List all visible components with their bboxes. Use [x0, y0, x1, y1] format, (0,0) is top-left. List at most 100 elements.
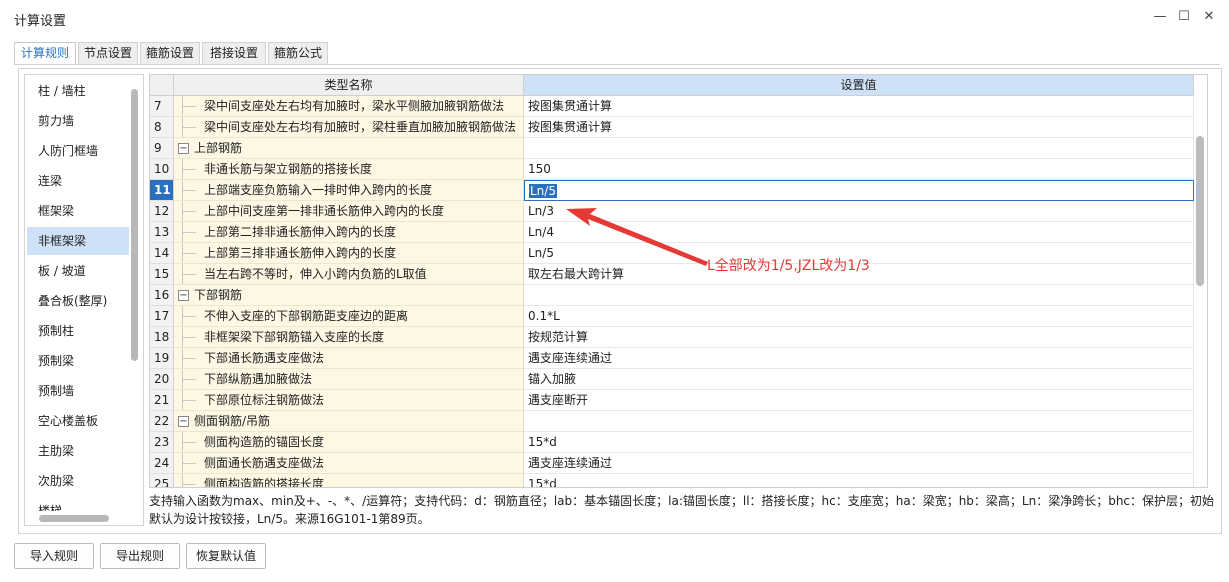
tab-node-settings[interactable]: 节点设置 — [78, 42, 138, 64]
sidebar-item-composite-slab[interactable]: 叠合板(整厚) — [27, 287, 129, 315]
row-number[interactable]: 18 — [150, 327, 174, 348]
row-number[interactable]: 9 — [150, 138, 174, 159]
type-name-cell[interactable]: 下部通长筋遇支座做法 — [174, 348, 524, 369]
row-number[interactable]: 19 — [150, 348, 174, 369]
sidebar-item-slab-ramp[interactable]: 板 / 坡道 — [27, 257, 129, 285]
collapse-icon[interactable]: − — [178, 290, 189, 301]
type-name-cell[interactable]: 上部第三排非通长筋伸入跨内的长度 — [174, 243, 524, 264]
restore-defaults-button[interactable]: 恢复默认值 — [186, 543, 266, 569]
type-name-cell[interactable]: 侧面构造筋的搭接长度 — [174, 474, 524, 487]
table-row[interactable]: 20 下部纵筋遇加腋做法 锚入加腋 — [150, 369, 1194, 390]
row-number[interactable]: 11 — [150, 180, 174, 201]
group-row[interactable]: 9− 上部钢筋 — [150, 138, 1194, 159]
row-number[interactable]: 17 — [150, 306, 174, 327]
group-row[interactable]: 22− 侧面钢筋/吊筋 — [150, 411, 1194, 432]
table-row[interactable]: 18 非框架梁下部钢筋锚入支座的长度 按规范计算 — [150, 327, 1194, 348]
sidebar-horizontal-scrollbar[interactable] — [39, 515, 109, 522]
setting-value-cell[interactable] — [524, 138, 1194, 159]
sidebar-item-secondary-rib-beam[interactable]: 次肋梁 — [27, 467, 129, 495]
row-number[interactable]: 23 — [150, 432, 174, 453]
setting-value-cell[interactable]: 遇支座断开 — [524, 390, 1194, 411]
row-number[interactable]: 16 — [150, 285, 174, 306]
row-number[interactable]: 8 — [150, 117, 174, 138]
table-row[interactable]: 10 非通长筋与架立钢筋的搭接长度 150 — [150, 159, 1194, 180]
setting-value-cell[interactable]: 150 — [524, 159, 1194, 180]
sidebar-item-stairs[interactable]: 楼梯 — [27, 497, 129, 511]
sidebar-item-hollow-slab[interactable]: 空心楼盖板 — [27, 407, 129, 435]
type-name-cell[interactable]: − 侧面钢筋/吊筋 — [174, 411, 524, 432]
type-name-cell[interactable]: − 下部钢筋 — [174, 285, 524, 306]
setting-value-cell[interactable]: 按规范计算 — [524, 327, 1194, 348]
row-number[interactable]: 10 — [150, 159, 174, 180]
collapse-icon[interactable]: − — [178, 416, 189, 427]
minimize-button[interactable]: — — [1150, 8, 1170, 26]
grid-vertical-scrollbar[interactable] — [1196, 136, 1204, 286]
sidebar-item-frame-beam[interactable]: 框架梁 — [27, 197, 129, 225]
setting-value-cell[interactable] — [524, 285, 1194, 306]
setting-value-cell[interactable]: 遇支座连续通过 — [524, 348, 1194, 369]
type-name-cell[interactable]: 侧面构造筋的锚固长度 — [174, 432, 524, 453]
setting-value-editor[interactable]: Ln/5 — [524, 180, 1194, 201]
tab-stirrup-formula[interactable]: 箍筋公式 — [268, 42, 328, 64]
row-number[interactable]: 13 — [150, 222, 174, 243]
row-number[interactable]: 24 — [150, 453, 174, 474]
type-name-cell[interactable]: 梁中间支座处左右均有加腋时，梁水平侧腋加腋钢筋做法 — [174, 96, 524, 117]
setting-value-cell[interactable]: 15*d — [524, 474, 1194, 487]
sidebar-vertical-scrollbar[interactable] — [131, 89, 138, 361]
table-row[interactable]: 11 上部端支座负筋输入一排时伸入跨内的长度 Ln/5 — [150, 180, 1194, 201]
import-rules-button[interactable]: 导入规则 — [14, 543, 94, 569]
setting-value-cell[interactable]: 按图集贯通计算 — [524, 117, 1194, 138]
type-name-cell[interactable]: 上部第二排非通长筋伸入跨内的长度 — [174, 222, 524, 243]
setting-value-cell[interactable]: 0.1*L — [524, 306, 1194, 327]
maximize-button[interactable]: ☐ — [1174, 8, 1194, 26]
tab-stirrup-settings[interactable]: 箍筋设置 — [140, 42, 200, 64]
sidebar-item-main-rib-beam[interactable]: 主肋梁 — [27, 437, 129, 465]
type-name-cell[interactable]: 非通长筋与架立钢筋的搭接长度 — [174, 159, 524, 180]
setting-value-cell[interactable]: 按图集贯通计算 — [524, 96, 1194, 117]
table-row[interactable]: 23 侧面构造筋的锚固长度 15*d — [150, 432, 1194, 453]
row-number[interactable]: 20 — [150, 369, 174, 390]
row-number[interactable]: 12 — [150, 201, 174, 222]
header-setting-value[interactable]: 设置值 — [524, 75, 1194, 96]
row-number[interactable]: 22 — [150, 411, 174, 432]
type-name-cell[interactable]: 上部端支座负筋输入一排时伸入跨内的长度 — [174, 180, 524, 201]
row-number[interactable]: 7 — [150, 96, 174, 117]
type-name-cell[interactable]: 上部中间支座第一排非通长筋伸入跨内的长度 — [174, 201, 524, 222]
sidebar-item-civil-defense-wall[interactable]: 人防门框墙 — [27, 137, 129, 165]
table-row[interactable]: 24 侧面通长筋遇支座做法 遇支座连续通过 — [150, 453, 1194, 474]
row-number[interactable]: 15 — [150, 264, 174, 285]
type-name-cell[interactable]: 当左右跨不等时，伸入小跨内负筋的L取值 — [174, 264, 524, 285]
sidebar-item-column[interactable]: 柱 / 墙柱 — [27, 77, 129, 105]
table-row[interactable]: 21 下部原位标注钢筋做法 遇支座断开 — [150, 390, 1194, 411]
type-name-cell[interactable]: 梁中间支座处左右均有加腋时，梁柱垂直加腋加腋钢筋做法 — [174, 117, 524, 138]
table-row[interactable]: 25 侧面构造筋的搭接长度 15*d — [150, 474, 1194, 487]
tab-lap-settings[interactable]: 搭接设置 — [202, 42, 266, 64]
collapse-icon[interactable]: − — [178, 143, 189, 154]
type-name-cell[interactable]: − 上部钢筋 — [174, 138, 524, 159]
sidebar-item-precast-wall[interactable]: 预制墙 — [27, 377, 129, 405]
export-rules-button[interactable]: 导出规则 — [100, 543, 180, 569]
type-name-cell[interactable]: 下部原位标注钢筋做法 — [174, 390, 524, 411]
table-row[interactable]: 15 当左右跨不等时，伸入小跨内负筋的L取值 取左右最大跨计算 — [150, 264, 1194, 285]
table-row[interactable]: 14 上部第三排非通长筋伸入跨内的长度 Ln/5 — [150, 243, 1194, 264]
row-number[interactable]: 25 — [150, 474, 174, 487]
setting-value-cell[interactable]: 15*d — [524, 432, 1194, 453]
header-type-name[interactable]: 类型名称 — [174, 75, 524, 96]
type-name-cell[interactable]: 侧面通长筋遇支座做法 — [174, 453, 524, 474]
setting-value-cell[interactable]: Ln/4 — [524, 222, 1194, 243]
table-row[interactable]: 7 梁中间支座处左右均有加腋时，梁水平侧腋加腋钢筋做法 按图集贯通计算 — [150, 96, 1194, 117]
sidebar-item-precast-beam[interactable]: 预制梁 — [27, 347, 129, 375]
row-number[interactable]: 21 — [150, 390, 174, 411]
table-row[interactable]: 13 上部第二排非通长筋伸入跨内的长度 Ln/4 — [150, 222, 1194, 243]
close-button[interactable]: ✕ — [1199, 8, 1219, 26]
sidebar-item-precast-column[interactable]: 预制柱 — [27, 317, 129, 345]
selected-value-text[interactable]: Ln/5 — [529, 184, 557, 198]
group-row[interactable]: 16− 下部钢筋 — [150, 285, 1194, 306]
table-row[interactable]: 19 下部通长筋遇支座做法 遇支座连续通过 — [150, 348, 1194, 369]
setting-value-cell[interactable]: 锚入加腋 — [524, 369, 1194, 390]
sidebar-item-shear-wall[interactable]: 剪力墙 — [27, 107, 129, 135]
type-name-cell[interactable]: 不伸入支座的下部钢筋距支座边的距离 — [174, 306, 524, 327]
table-row[interactable]: 17 不伸入支座的下部钢筋距支座边的距离 0.1*L — [150, 306, 1194, 327]
type-name-cell[interactable]: 非框架梁下部钢筋锚入支座的长度 — [174, 327, 524, 348]
setting-value-cell[interactable] — [524, 411, 1194, 432]
